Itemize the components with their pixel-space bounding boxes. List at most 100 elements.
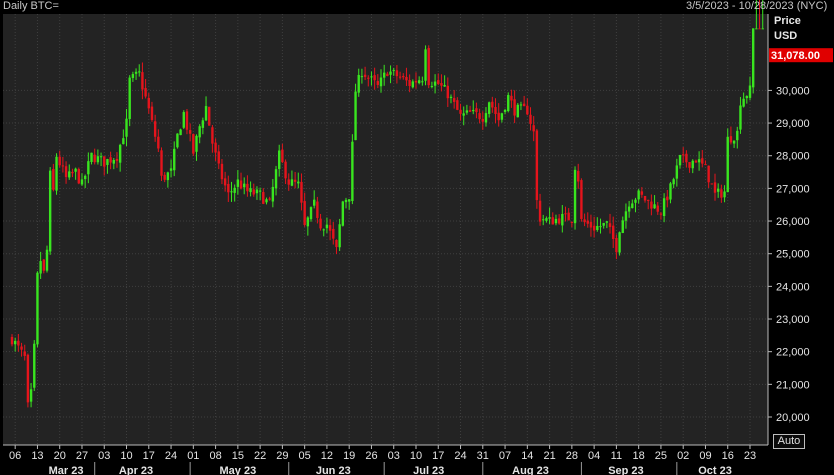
- candle-body: [516, 104, 519, 118]
- candle-body: [45, 249, 49, 271]
- candle-body: [440, 83, 443, 86]
- candle-body: [52, 168, 55, 190]
- x-tick-label: 19: [343, 450, 355, 462]
- candle-body: [554, 218, 558, 224]
- candle-body: [545, 218, 548, 221]
- candle-body: [643, 195, 647, 201]
- candle-body: [214, 142, 217, 153]
- candle-body: [627, 206, 631, 212]
- candle-body: [669, 183, 672, 200]
- candle-body: [319, 218, 322, 229]
- candle-body: [271, 186, 275, 202]
- candle-body: [513, 99, 516, 116]
- candle-body: [150, 106, 154, 120]
- candle-body: [106, 159, 109, 165]
- candle-body: [468, 110, 472, 112]
- x-tick-label: 27: [76, 450, 88, 462]
- candle-body: [128, 77, 131, 119]
- x-tick-label: 29: [276, 450, 288, 462]
- x-tick-label: 12: [321, 450, 333, 462]
- month-label: Aug 23: [512, 465, 549, 475]
- candle-body: [74, 168, 77, 172]
- candle-body: [538, 200, 542, 222]
- candle-body: [363, 74, 367, 77]
- candle-body: [729, 136, 733, 143]
- candle-body: [182, 112, 185, 128]
- candle-body: [583, 219, 586, 223]
- x-tick-label: 06: [9, 450, 21, 462]
- y-tick-label: 25,000: [776, 249, 810, 261]
- x-tick-label: 24: [454, 450, 466, 462]
- x-tick-label: 13: [31, 450, 43, 462]
- candle-body: [64, 166, 68, 178]
- candle-body: [201, 120, 205, 128]
- candle-body: [347, 199, 351, 202]
- candle-body: [459, 109, 462, 114]
- candle-body: [169, 168, 173, 171]
- candle-body: [281, 149, 284, 163]
- plot-area: [3, 14, 768, 445]
- candle-body: [87, 161, 90, 175]
- candle-body: [475, 108, 478, 113]
- candle-body: [223, 178, 227, 186]
- x-tick-label: 03: [388, 450, 400, 462]
- x-tick-label: 21: [543, 450, 555, 462]
- candle-body: [173, 148, 176, 171]
- y-tick-label: 28,000: [776, 151, 810, 163]
- x-tick-label: 14: [521, 450, 533, 462]
- candle-body: [519, 104, 523, 106]
- auto-scale-button[interactable]: Auto: [773, 434, 805, 449]
- candle-body: [526, 105, 529, 115]
- candle-body: [414, 80, 418, 83]
- candle-body: [456, 100, 459, 110]
- candle-body: [411, 81, 415, 88]
- candle-body: [48, 170, 52, 252]
- candle-body: [532, 125, 535, 132]
- candle-body: [303, 201, 306, 225]
- last-price-label: 31,078.00: [771, 50, 820, 62]
- candle-body: [573, 169, 577, 224]
- y-tick-label: 21,000: [776, 379, 810, 391]
- x-tick-label: 09: [699, 450, 711, 462]
- candle-body: [297, 181, 300, 184]
- candle-body: [328, 225, 332, 231]
- candle-body: [10, 336, 14, 345]
- candle-body: [360, 76, 364, 78]
- candle-body: [255, 189, 259, 194]
- candle-body: [529, 114, 532, 124]
- candle-body: [115, 158, 119, 161]
- candle-body: [20, 346, 23, 350]
- candle-body: [430, 86, 434, 88]
- month-label: May 23: [220, 465, 257, 475]
- candle-body: [118, 144, 122, 163]
- candle-body: [427, 48, 430, 86]
- x-tick-label: 17: [432, 450, 444, 462]
- candle-body: [621, 220, 624, 233]
- candle-body: [99, 156, 103, 158]
- candle-body: [421, 81, 424, 83]
- candle-body: [570, 221, 574, 223]
- candle-body: [373, 75, 376, 81]
- candle-body: [592, 225, 596, 231]
- month-label: Jul 23: [413, 465, 444, 475]
- candle-body: [497, 112, 500, 121]
- candle-body: [449, 96, 453, 99]
- candle-body: [211, 127, 214, 144]
- x-tick-label: 24: [165, 450, 177, 462]
- candle-body: [376, 81, 380, 85]
- candle-body: [268, 198, 271, 200]
- candle-body: [586, 220, 589, 224]
- candle-body: [284, 161, 287, 179]
- month-label: Sep 23: [608, 465, 643, 475]
- candle-body: [707, 165, 710, 183]
- candle-body: [446, 85, 450, 99]
- y-tick-label: 24,000: [776, 281, 810, 293]
- candle-body: [236, 179, 240, 187]
- candle-body: [612, 225, 615, 240]
- candle-body: [354, 91, 357, 141]
- candle-body: [491, 101, 494, 108]
- candle-body: [720, 189, 723, 198]
- candle-body: [274, 169, 278, 189]
- y-tick-label: 23,000: [776, 314, 810, 326]
- x-tick-label: 08: [209, 450, 221, 462]
